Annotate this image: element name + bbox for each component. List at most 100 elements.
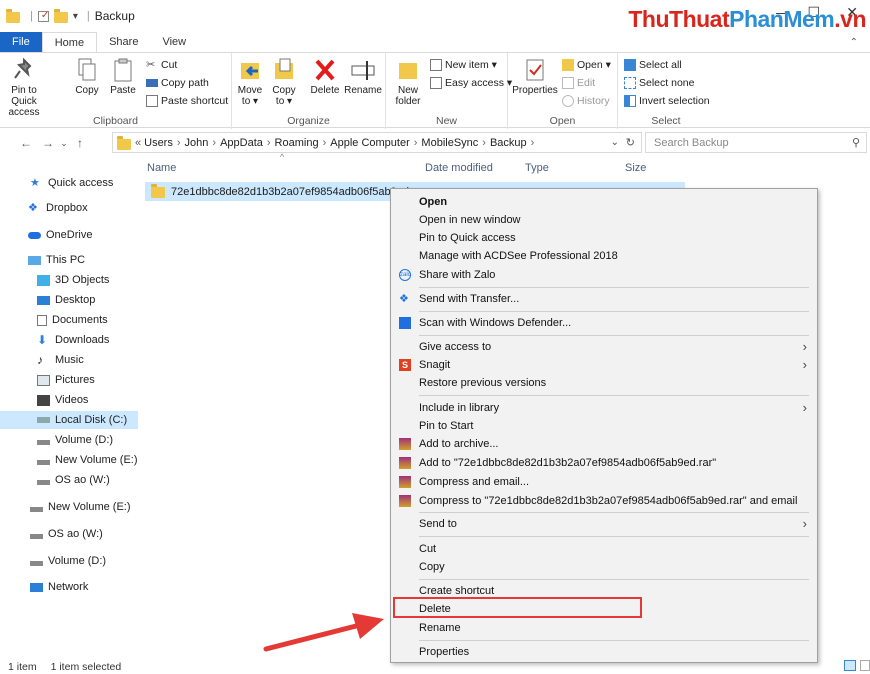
nav-this-pc[interactable]: This PC — [28, 251, 85, 269]
properties-button[interactable]: Properties — [510, 57, 560, 96]
menu-properties[interactable]: Properties — [391, 643, 817, 661]
breadcrumb-appdata[interactable]: AppData — [220, 137, 263, 149]
open-ribbon-button[interactable]: Open ▾ — [562, 57, 611, 73]
nav-quick-access[interactable]: ★ Quick access — [30, 174, 113, 192]
selected-count: 1 item selected — [50, 661, 122, 673]
winrar-icon — [399, 457, 411, 469]
nav-pictures[interactable]: Pictures — [37, 371, 95, 389]
easy-access-button[interactable]: Easy access ▾ — [430, 75, 512, 91]
menu-include-library[interactable]: Include in library › — [391, 399, 817, 417]
menu-cut[interactable]: Cut — [391, 540, 817, 558]
new-item-button[interactable]: New item ▾ — [430, 57, 497, 73]
nav-dropbox[interactable]: ❖ Dropbox — [28, 199, 88, 217]
menu-add-archive[interactable]: Add to archive... — [391, 435, 817, 453]
nav-network[interactable]: Network — [30, 578, 88, 596]
menu-pin-start[interactable]: Pin to Start — [391, 417, 817, 435]
column-name[interactable]: Name — [147, 162, 176, 174]
tab-share[interactable]: Share — [97, 32, 150, 52]
address-bar[interactable]: « Users › John › AppData › Roaming › Apple C… — [112, 132, 642, 153]
nav-new-volume-e-2[interactable]: New Volume (E:) — [30, 498, 131, 516]
recent-dropdown-icon[interactable]: ⌄ — [56, 138, 72, 149]
tab-file[interactable]: File — [0, 32, 42, 52]
nav-music[interactable]: ♪ Music — [37, 351, 84, 369]
tab-view[interactable]: View — [150, 32, 198, 52]
nav-downloads[interactable]: ⬇ Downloads — [37, 331, 109, 349]
breadcrumb-mobilesync[interactable]: MobileSync — [421, 137, 478, 149]
select-all-button[interactable]: Select all — [624, 57, 682, 73]
nav-os-ao-w-2[interactable]: OS ao (W:) — [30, 525, 103, 543]
menu-share-zalo[interactable]: zalo Share with Zalo — [391, 266, 817, 284]
menu-copy[interactable]: Copy — [391, 558, 817, 576]
delete-ribbon-button[interactable]: Delete — [308, 57, 342, 96]
menu-open-new-window[interactable]: Open in new window — [391, 211, 817, 229]
sort-up-icon: ^ — [280, 152, 285, 162]
star-icon: ★ — [30, 176, 40, 189]
history-button[interactable]: History — [562, 93, 610, 109]
menu-compress-email[interactable]: Compress and email... — [391, 473, 817, 491]
refresh-icon[interactable]: ↻ — [626, 136, 635, 149]
nav-onedrive[interactable]: OneDrive — [28, 226, 92, 244]
menu-compress-rar-email[interactable]: Compress to "72e1dbbc8de82d1b3b2a07ef985… — [391, 492, 817, 510]
breadcrumb-john[interactable]: John — [185, 137, 209, 149]
large-icons-view-icon[interactable] — [860, 660, 870, 671]
menu-acdsee[interactable]: Manage with ACDSee Professional 2018 — [391, 247, 817, 265]
new-folder-button[interactable]: New folder — [390, 57, 426, 107]
up-arrow-icon[interactable]: ↑ — [72, 136, 88, 150]
copy-icon — [73, 57, 101, 83]
paste-shortcut-button[interactable]: Paste shortcut — [146, 93, 228, 109]
move-to-button[interactable]: Move to ▾ — [236, 57, 264, 107]
copy-to-button[interactable]: Copy to ▾ — [270, 57, 298, 107]
search-input[interactable]: Search Backup ⚲ — [645, 132, 867, 153]
breadcrumb-users[interactable]: Users — [144, 137, 173, 149]
menu-snagit[interactable]: S Snagit › — [391, 356, 817, 374]
breadcrumb-roaming[interactable]: Roaming — [275, 137, 319, 149]
pin-quick-access-button[interactable]: Pin to Quick access — [4, 57, 44, 118]
menu-open[interactable]: Open — [391, 193, 817, 211]
nav-volume-d-2[interactable]: Volume (D:) — [30, 552, 106, 570]
tab-home[interactable]: Home — [41, 32, 98, 52]
winrar-icon — [399, 495, 411, 507]
copy-path-button[interactable]: Copy path — [146, 75, 209, 91]
select-none-button[interactable]: Select none — [624, 75, 694, 91]
menu-rename[interactable]: Rename — [391, 619, 817, 637]
menu-scan-defender[interactable]: Scan with Windows Defender... — [391, 314, 817, 332]
paste-button[interactable]: Paste — [108, 57, 138, 96]
rename-button[interactable]: Rename — [344, 57, 382, 96]
nav-local-disk-c[interactable]: Local Disk (C:) — [0, 411, 138, 429]
menu-separator — [419, 311, 809, 312]
nav-3d-objects[interactable]: 3D Objects — [37, 271, 109, 289]
menu-add-rar[interactable]: Add to "72e1dbbc8de82d1b3b2a07ef9854adb0… — [391, 454, 817, 472]
column-size[interactable]: Size — [625, 162, 646, 174]
column-type[interactable]: Type — [525, 162, 549, 174]
customize-toolbar-icon[interactable]: ▾ — [73, 11, 78, 22]
details-view-icon[interactable] — [844, 660, 856, 671]
menu-restore-versions[interactable]: Restore previous versions — [391, 374, 817, 392]
nav-videos[interactable]: Videos — [37, 391, 88, 409]
submenu-arrow-icon: › — [802, 516, 807, 531]
menu-pin-quick-access[interactable]: Pin to Quick access — [391, 229, 817, 247]
cut-button[interactable]: ✂ Cut — [146, 57, 177, 73]
column-date-modified[interactable]: Date modified — [425, 162, 493, 174]
ribbon-collapse-icon[interactable]: ⌃ — [850, 37, 858, 48]
new-group: New folder New item ▾ Easy access ▾ New — [386, 53, 512, 129]
copy-button[interactable]: Copy — [72, 57, 102, 96]
nav-os-ao-w[interactable]: OS ao (W:) — [37, 471, 110, 489]
nav-desktop[interactable]: Desktop — [37, 291, 95, 309]
edit-button[interactable]: Edit — [562, 75, 595, 91]
address-dropdown-icon[interactable]: ⌄ — [611, 137, 619, 148]
breadcrumb-apple-computer[interactable]: Apple Computer — [330, 137, 410, 149]
breadcrumb-backup[interactable]: Backup — [490, 137, 527, 149]
pin-icon — [10, 57, 38, 83]
menu-send-transfer[interactable]: ❖ Send with Transfer... — [391, 290, 817, 308]
download-icon: ⬇ — [37, 332, 48, 347]
nav-volume-d[interactable]: Volume (D:) — [37, 431, 113, 449]
nav-documents[interactable]: Documents — [37, 311, 108, 329]
properties-check-icon[interactable]: ✓ — [37, 10, 49, 22]
menu-give-access[interactable]: Give access to › — [391, 338, 817, 356]
new-folder-icon[interactable] — [53, 9, 68, 23]
invert-selection-button[interactable]: Invert selection — [624, 93, 710, 109]
menu-send-to[interactable]: Send to › — [391, 515, 817, 533]
nav-new-volume-e[interactable]: New Volume (E:) — [37, 451, 138, 469]
forward-arrow-icon[interactable]: → — [40, 136, 56, 150]
back-arrow-icon[interactable]: ← — [18, 136, 34, 150]
